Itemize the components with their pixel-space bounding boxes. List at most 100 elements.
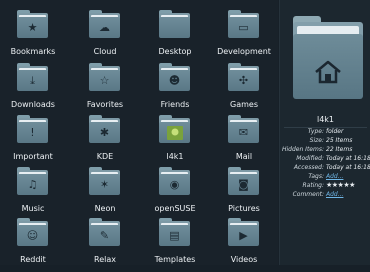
accessed-value: Today at 16:18	[326, 164, 370, 171]
folder-icon: ▤	[159, 218, 190, 247]
modified-row: Modified: Today at 16:18	[280, 154, 370, 163]
folder-item[interactable]: ✎ Relax	[72, 218, 138, 272]
rating-row: Rating: ★★★★★	[280, 181, 370, 190]
size-key: Size:	[309, 137, 324, 144]
accessed-key: Accessed:	[293, 164, 324, 171]
folder-icon: ✎	[89, 218, 120, 247]
folder-label: Favorites	[86, 100, 124, 109]
add-comment-link[interactable]: Add...	[326, 190, 343, 199]
tags-row: Tags: Add...	[280, 172, 370, 181]
download-icon: ⤓	[30, 74, 35, 87]
folder-label: Pictures	[228, 204, 260, 213]
folder-label: Neon	[94, 204, 116, 213]
folder-icon: ★	[17, 10, 48, 39]
folder-label: Cloud	[93, 47, 117, 56]
type-value: folder	[326, 128, 344, 135]
rating-stars[interactable]: ★★★★★	[326, 181, 355, 190]
folder-icon: !	[17, 115, 48, 144]
desktop-icon	[159, 20, 190, 36]
comment-row: Comment: Add...	[280, 190, 370, 199]
house-icon	[315, 60, 341, 84]
folder-grid: ★ Bookmarks ☁ Cloud Desktop ▭ Development ⤓ Down…	[0, 0, 278, 265]
folder-icon: ▭	[228, 10, 259, 39]
home-folder-icon	[293, 16, 363, 99]
star-icon: ☆	[99, 74, 110, 87]
folder-item[interactable]: ! Important	[0, 115, 66, 169]
kde-gear-icon: ✱	[99, 126, 110, 139]
hidden-items-value: 22 Items	[326, 146, 353, 153]
comment-key: Comment:	[292, 191, 324, 198]
folder-icon: ◙	[228, 167, 259, 196]
video-icon: ▶	[239, 229, 248, 242]
folder-label: Relax	[94, 255, 116, 264]
folder-icon: ▶	[228, 218, 259, 247]
folder-label: Videos	[230, 255, 258, 264]
folder-icon: ☁	[89, 10, 120, 39]
folder-item[interactable]: ♫ Music	[0, 167, 66, 221]
folder-label: Development	[217, 47, 271, 56]
folder-item[interactable]: ★ Bookmarks	[0, 10, 66, 64]
folder-label: Friends	[160, 100, 190, 109]
folder-label: Reddit	[20, 255, 46, 264]
bookmark-icon: ★	[27, 21, 38, 34]
music-note-icon: ♫	[27, 178, 38, 191]
hidden-items-key: Hidden Items:	[281, 146, 324, 153]
neon-icon: ✶	[99, 178, 110, 191]
folder-item[interactable]: ⤓ Downloads	[0, 63, 66, 117]
code-icon: ▭	[238, 21, 249, 34]
folder-icon: ☻	[159, 63, 190, 92]
folder-label: Templates	[154, 255, 196, 264]
folder-icon: ◉	[159, 167, 190, 196]
tags-key: Tags:	[308, 173, 324, 180]
accessed-row: Accessed: Today at 16:18	[280, 163, 370, 172]
reddit-icon: ☺	[26, 229, 39, 242]
folder-item[interactable]: ✶ Neon	[72, 167, 138, 221]
folder-item[interactable]: ✱ KDE	[72, 115, 138, 169]
mail-icon: ✉	[238, 126, 249, 139]
gamepad-icon: ✣	[238, 74, 249, 87]
folder-label: Mail	[235, 152, 253, 161]
folder-label: Music	[21, 204, 45, 213]
folder-icon: ♫	[17, 167, 48, 196]
information-panel: l4k1 Type: folder Size: 25 Items Hidden …	[279, 0, 370, 265]
relax-icon: ✎	[99, 229, 110, 242]
folder-icon: ✶	[89, 167, 120, 196]
add-tags-link[interactable]: Add...	[326, 172, 343, 181]
folder-item[interactable]: ◉ openSUSE	[142, 167, 208, 221]
folder-item[interactable]: ▤ Templates	[142, 218, 208, 272]
exclamation-icon: !	[30, 126, 35, 139]
folder-item[interactable]: ▭ Development	[211, 10, 277, 64]
folder-item[interactable]: ▶ Videos	[211, 218, 277, 272]
folder-label: KDE	[96, 152, 114, 161]
opensuse-icon: ◉	[169, 178, 180, 191]
folder-icon: ✣	[228, 63, 259, 92]
cloud-icon: ☁	[99, 21, 110, 34]
folder-icon	[159, 10, 190, 39]
folder-label: Downloads	[11, 100, 55, 109]
folder-item[interactable]: ✣ Games	[211, 63, 277, 117]
folder-item[interactable]: ✉ Mail	[211, 115, 277, 169]
folder-label: Important	[13, 152, 53, 161]
folder-icon: ✱	[89, 115, 120, 144]
folder-item[interactable]: l4k1	[142, 115, 208, 169]
folder-item[interactable]: ☆ Favorites	[72, 63, 138, 117]
type-key: Type:	[307, 128, 324, 135]
folder-label: l4k1	[166, 152, 184, 161]
camera-icon: ◙	[238, 178, 249, 191]
folder-item[interactable]: ☻ Friends	[142, 63, 208, 117]
modified-value: Today at 16:18	[326, 155, 370, 162]
folder-item[interactable]: ☺ Reddit	[0, 218, 66, 272]
size-row: Size: 25 Items	[280, 136, 370, 145]
folder-item[interactable]: ☁ Cloud	[72, 10, 138, 64]
templates-icon: ▤	[169, 229, 180, 242]
folder-icon: ☺	[17, 218, 48, 247]
folder-item[interactable]: Desktop	[142, 10, 208, 64]
modified-key: Modified:	[296, 155, 324, 162]
people-icon: ☻	[168, 74, 181, 87]
folder-label: Games	[230, 100, 258, 109]
type-row: Type: folder	[280, 127, 370, 136]
rating-key: Rating:	[302, 182, 325, 189]
folder-icon: ✉	[228, 115, 259, 144]
folder-item[interactable]: ◙ Pictures	[211, 167, 277, 221]
folder-icon	[159, 115, 190, 144]
